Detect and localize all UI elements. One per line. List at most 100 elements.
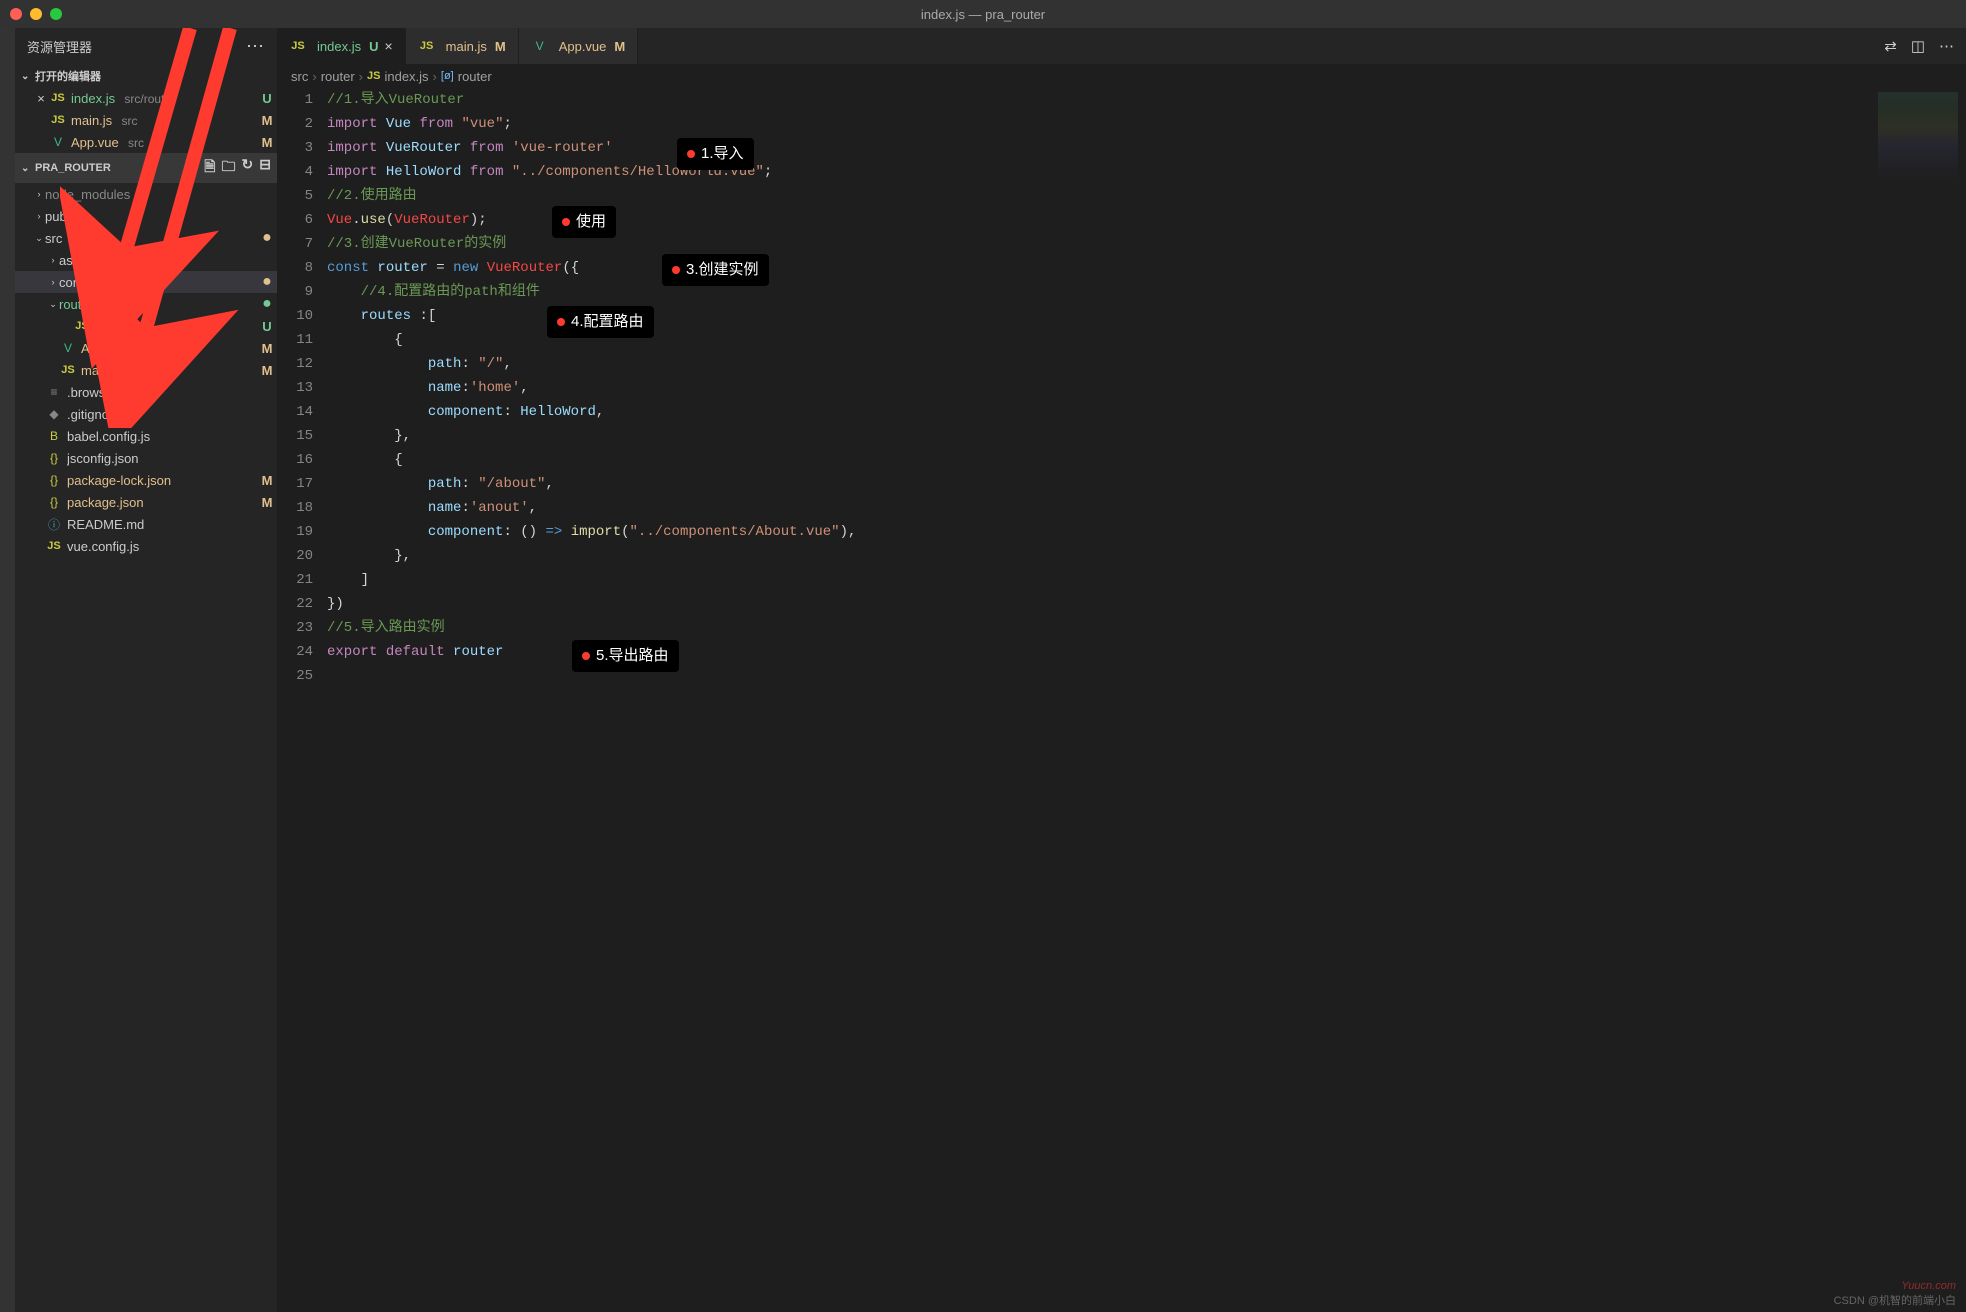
line-number: 3 <box>277 136 313 160</box>
code-line[interactable]: import Vue from "vue"; <box>327 112 1966 136</box>
line-number: 15 <box>277 424 313 448</box>
file-item[interactable]: {}jsconfig.json <box>15 447 277 469</box>
file-item[interactable]: {}package.jsonM <box>15 491 277 513</box>
breadcrumb-item[interactable]: index.js <box>384 69 428 84</box>
git-status: U <box>257 319 277 334</box>
breadcrumbs[interactable]: src › router › JS index.js › [ø] router <box>277 64 1966 88</box>
file-icon: JS <box>49 114 67 126</box>
code-line[interactable]: name:'home', <box>327 376 1966 400</box>
traffic-lights <box>10 8 62 20</box>
item-name: components <box>59 275 257 290</box>
line-number: 23 <box>277 616 313 640</box>
code-line[interactable]: name:'anout', <box>327 496 1966 520</box>
code-line[interactable]: const router = new VueRouter({ <box>327 256 1966 280</box>
more-icon[interactable]: ⋯ <box>246 36 265 57</box>
editor-tab[interactable]: VApp.vueM <box>519 28 639 64</box>
git-status: M <box>257 341 277 356</box>
line-number: 4 <box>277 160 313 184</box>
folder-item[interactable]: ⌄router● <box>15 293 277 315</box>
folder-item[interactable]: ⌄src● <box>15 227 277 249</box>
file-icon: ◆ <box>45 407 63 421</box>
line-number: 25 <box>277 664 313 688</box>
breadcrumb-item[interactable]: src <box>291 69 308 84</box>
git-status: M <box>257 113 277 128</box>
git-status: M <box>257 473 277 488</box>
maximize-window-button[interactable] <box>50 8 62 20</box>
code-line[interactable]: path: "/about", <box>327 472 1966 496</box>
git-dot: ● <box>257 273 277 291</box>
close-icon[interactable]: × <box>33 91 49 106</box>
code-line[interactable]: //4.配置路由的path和组件 <box>327 280 1966 304</box>
code-editor[interactable]: 1234567891011121314151617181920212223242… <box>277 88 1966 1312</box>
breadcrumb-item[interactable]: router <box>321 69 355 84</box>
project-header[interactable]: ⌄ PRA_ROUTER 🗎 🗀 ↻ ⊟ <box>15 153 277 183</box>
close-window-button[interactable] <box>10 8 22 20</box>
item-name: babel.config.js <box>67 429 277 444</box>
code-line[interactable]: }, <box>327 424 1966 448</box>
file-name: App.vue src <box>71 135 257 150</box>
file-item[interactable]: JSindex.jsU <box>15 315 277 337</box>
code-content[interactable]: //1.导入VueRouterimport Vue from "vue";imp… <box>327 88 1966 1312</box>
line-number: 7 <box>277 232 313 256</box>
git-status: M <box>257 495 277 510</box>
file-item[interactable]: VApp.vueM <box>15 337 277 359</box>
code-line[interactable]: }, <box>327 544 1966 568</box>
sidebar-header: 资源管理器 ⋯ <box>15 28 277 65</box>
open-editors-header[interactable]: ⌄ 打开的编辑器 <box>15 65 277 87</box>
annotation-dot-icon <box>562 218 570 226</box>
code-line[interactable]: { <box>327 448 1966 472</box>
close-icon[interactable]: × <box>384 38 392 54</box>
file-item[interactable]: ≡.browserslistrc <box>15 381 277 403</box>
refresh-icon[interactable]: ↻ <box>242 156 254 180</box>
chevron-icon: › <box>33 211 45 221</box>
code-line[interactable]: path: "/", <box>327 352 1966 376</box>
more-icon[interactable]: ⋯ <box>1939 37 1954 55</box>
open-editor-item[interactable]: JSmain.js srcM <box>15 109 277 131</box>
file-item[interactable]: {}package-lock.jsonM <box>15 469 277 491</box>
code-line[interactable]: import VueRouter from 'vue-router' <box>327 136 1966 160</box>
breadcrumb-item[interactable]: router <box>458 69 492 84</box>
annotation-label: 5.导出路由 <box>572 640 679 672</box>
editor-tab[interactable]: JSmain.jsM <box>406 28 519 64</box>
git-status: M <box>257 363 277 378</box>
compare-icon[interactable]: ⇄ <box>1884 37 1897 55</box>
line-number: 5 <box>277 184 313 208</box>
line-number: 14 <box>277 400 313 424</box>
folder-item[interactable]: ›node_modules <box>15 183 277 205</box>
file-item[interactable]: JSvue.config.js <box>15 535 277 557</box>
folder-item[interactable]: ›assets <box>15 249 277 271</box>
open-editor-item[interactable]: VApp.vue srcM <box>15 131 277 153</box>
code-line[interactable]: }) <box>327 592 1966 616</box>
code-line[interactable]: //2.使用路由 <box>327 184 1966 208</box>
folder-item[interactable]: ›components● <box>15 271 277 293</box>
code-line[interactable]: ] <box>327 568 1966 592</box>
git-dot: ● <box>257 229 277 247</box>
file-icon: V <box>49 135 67 149</box>
file-item[interactable]: ⓘREADME.md <box>15 513 277 535</box>
code-line[interactable]: component: HelloWord, <box>327 400 1966 424</box>
collapse-icon[interactable]: ⊟ <box>259 156 271 180</box>
open-editor-item[interactable]: ×JSindex.js src/routerU <box>15 87 277 109</box>
file-item[interactable]: ◆.gitignore <box>15 403 277 425</box>
minimap[interactable] <box>1878 92 1958 182</box>
code-line[interactable]: //1.导入VueRouter <box>327 88 1966 112</box>
line-gutter: 1234567891011121314151617181920212223242… <box>277 88 327 1312</box>
variable-icon: [ø] <box>441 70 454 82</box>
item-name: package-lock.json <box>67 473 257 488</box>
code-line[interactable]: //5.导入路由实例 <box>327 616 1966 640</box>
new-folder-icon[interactable]: 🗀 <box>222 156 236 180</box>
project-actions: 🗎 🗀 ↻ ⊟ <box>204 156 271 180</box>
folder-item[interactable]: ›public <box>15 205 277 227</box>
code-line[interactable]: component: () => import("../components/A… <box>327 520 1966 544</box>
line-number: 13 <box>277 376 313 400</box>
chevron-down-icon: ⌄ <box>21 163 35 174</box>
code-line[interactable]: import HelloWord from "../components/Hel… <box>327 160 1966 184</box>
file-item[interactable]: Bbabel.config.js <box>15 425 277 447</box>
minimize-window-button[interactable] <box>30 8 42 20</box>
file-item[interactable]: JSmain.jsM <box>15 359 277 381</box>
split-icon[interactable]: ◫ <box>1911 37 1925 55</box>
editor-tab[interactable]: JSindex.jsU× <box>277 28 406 64</box>
new-file-icon[interactable]: 🗎 <box>204 156 215 180</box>
activity-bar[interactable] <box>0 28 15 1312</box>
js-icon: JS <box>367 70 380 82</box>
